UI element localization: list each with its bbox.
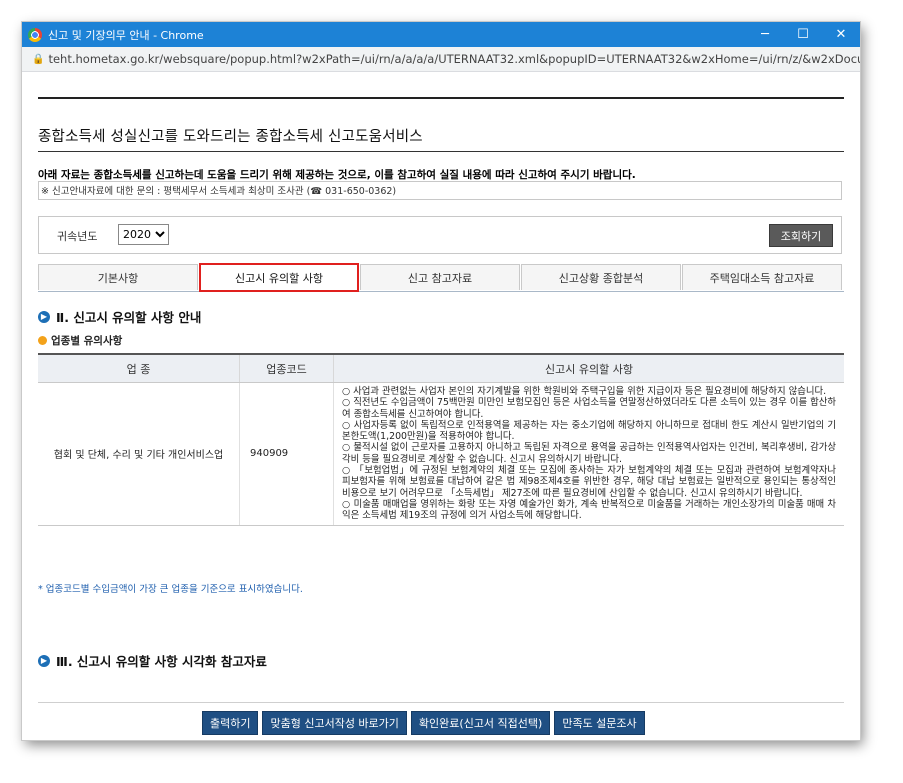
caution-item: ○ 사업자등록 없이 독립적으로 인적용역을 제공하는 자는 중소기업에 해당하… xyxy=(342,419,836,443)
cautions-cell: ○ 사업과 관련없는 사업자 본인의 자기계발을 위한 학원비와 주택구입을 위… xyxy=(333,382,844,526)
title-divider xyxy=(38,151,844,152)
industry-cell: 협회 및 단체, 수리 및 기타 개인서비스업 xyxy=(38,382,240,526)
minimize-icon[interactable]: ─ xyxy=(746,22,784,47)
confirm-button[interactable]: 확인완료(신고서 직접선택) xyxy=(410,711,551,735)
circle-arrow-icon: ▶ xyxy=(38,310,50,323)
year-label: 귀속년도 xyxy=(57,230,98,243)
caution-item: ○ 직전년도 수입금액이 75백만원 미만인 보험모집인 등은 사업소득을 연말… xyxy=(342,397,836,420)
section-2-subtitle: 업종별 유의사항 xyxy=(38,333,122,348)
tab-filing-analysis[interactable]: 신고상황 종합분석 xyxy=(521,264,681,290)
bottom-divider xyxy=(38,702,844,703)
cautions-table: 업 종 업종코드 신고시 유의할 사항 협회 및 단체, 수리 및 기타 개인서… xyxy=(38,353,844,526)
col-industry: 업 종 xyxy=(38,353,240,383)
circle-arrow-icon: ▶ xyxy=(38,654,50,667)
survey-button[interactable]: 만족도 설문조사 xyxy=(554,711,645,735)
year-filter-box: 귀속년도 2020 조회하기 xyxy=(38,216,842,254)
chrome-icon xyxy=(28,27,42,42)
title-bar: 신고 및 기장의무 안내 - Chrome ─ ☐ ✕ xyxy=(22,22,860,47)
custom-form-button[interactable]: 맞춤형 신고서작성 바로가기 xyxy=(262,711,407,735)
notice-text: 아래 자료는 종합소득세를 신고하는데 도움을 드리기 위해 제공하는 것으로,… xyxy=(38,169,636,181)
tab-basic-info[interactable]: 기본사항 xyxy=(38,264,198,290)
maximize-icon[interactable]: ☐ xyxy=(784,22,822,47)
url-text: teht.hometax.go.kr/websquare/popup.html?… xyxy=(48,52,860,66)
address-bar[interactable]: 🔒 teht.hometax.go.kr/websquare/popup.htm… xyxy=(22,47,860,72)
col-code: 업종코드 xyxy=(239,353,334,383)
caution-item: ○ 물적시설 없이 근로자를 고용하지 아니하고 독립된 자격으로 용역을 공급… xyxy=(342,442,836,465)
page-content: 종합소득세 성실신고를 도와드리는 종합소득세 신고도움서비스 아래 자료는 종… xyxy=(38,71,844,740)
subtitle-label: 업종별 유의사항 xyxy=(51,335,123,347)
window-controls: ─ ☐ ✕ xyxy=(746,22,860,47)
close-icon[interactable]: ✕ xyxy=(822,22,860,47)
page-title: 종합소득세 성실신고를 도와드리는 종합소득세 신고도움서비스 xyxy=(38,129,423,145)
tab-bar: 기본사항 신고시 유의할 사항 신고 참고자료 신고상황 종합분석 주택임대소득… xyxy=(38,263,844,292)
section-2-label: Ⅱ. 신고시 유의할 사항 안내 xyxy=(56,310,202,325)
section-3-label: Ⅲ. 신고시 유의할 사항 시각화 참고자료 xyxy=(56,654,267,669)
dot-icon xyxy=(38,336,47,345)
tab-filing-references[interactable]: 신고 참고자료 xyxy=(360,264,520,290)
caution-item: ○ 미술품 매매업을 영위하는 화랑 또는 자영 예술가인 화가, 계속 반복적… xyxy=(342,498,836,522)
year-select[interactable]: 2020 xyxy=(118,224,169,245)
section-2-title: ▶ Ⅱ. 신고시 유의할 사항 안내 xyxy=(38,307,201,326)
contact-info: ※ 신고안내자료에 대한 문의 : 평택세무서 소득세과 최상미 조사관 (☎ … xyxy=(38,181,842,200)
lock-icon: 🔒 xyxy=(32,53,45,65)
tab-housing-rental[interactable]: 주택임대소득 참고자료 xyxy=(682,264,842,290)
action-buttons: 출력하기 맞춤형 신고서작성 바로가기 확인완료(신고서 직접선택) 만족도 설… xyxy=(202,711,649,735)
caution-item: ○ 「보험업법」에 규정된 보험계약의 체결 또는 모집에 종사하는 자가 보험… xyxy=(342,465,836,499)
table-row: 협회 및 단체, 수리 및 기타 개인서비스업 940909 ○ 사업과 관련없… xyxy=(38,382,844,526)
window-title: 신고 및 기장의무 안내 - Chrome xyxy=(48,28,204,42)
caution-item: ○ 사업과 관련없는 사업자 본인의 자기계발을 위한 학원비와 주택구입을 위… xyxy=(342,386,827,397)
query-button[interactable]: 조회하기 xyxy=(769,224,833,247)
browser-window: 신고 및 기장의무 안내 - Chrome ─ ☐ ✕ 🔒 teht.homet… xyxy=(22,22,860,740)
col-cautions: 신고시 유의할 사항 xyxy=(333,353,844,383)
top-divider xyxy=(38,97,844,99)
table-footnote: * 업종코드별 수입금액이 가장 큰 업종을 기준으로 표시하였습니다. xyxy=(38,584,303,595)
section-3-title: ▶ Ⅲ. 신고시 유의할 사항 시각화 참고자료 xyxy=(38,651,267,670)
code-cell: 940909 xyxy=(239,382,334,526)
print-button[interactable]: 출력하기 xyxy=(202,711,259,735)
tab-filing-cautions[interactable]: 신고시 유의할 사항 xyxy=(199,263,359,292)
